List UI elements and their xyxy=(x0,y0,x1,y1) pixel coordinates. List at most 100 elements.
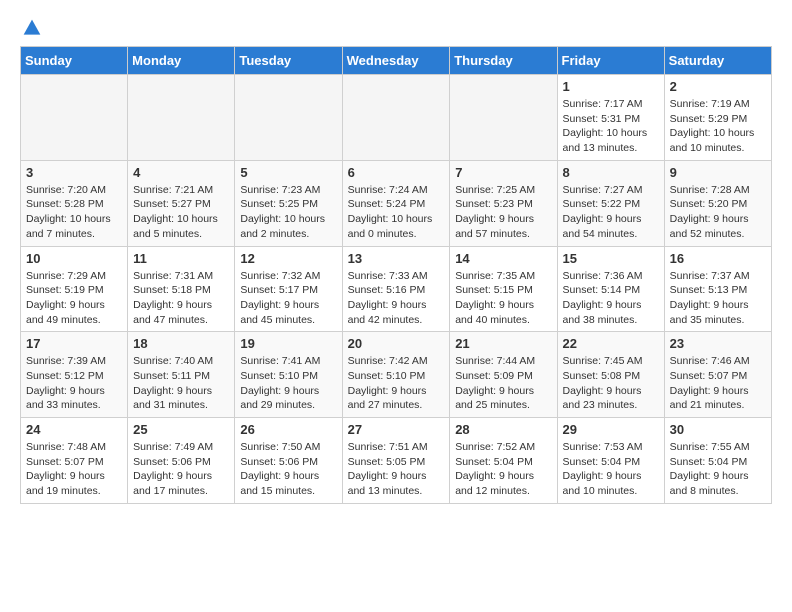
calendar-day: 28 Sunrise: 7:52 AMSunset: 5:04 PMDayligh… xyxy=(450,418,557,504)
day-info: Sunrise: 7:45 AMSunset: 5:08 PMDaylight:… xyxy=(563,354,659,413)
calendar-day xyxy=(342,75,450,161)
day-number: 27 xyxy=(348,422,445,437)
day-number: 11 xyxy=(133,251,229,266)
calendar-week-5: 24Sunrise: 7:48 AMSunset: 5:07 PMDayligh… xyxy=(21,418,772,504)
weekday-header-saturday: Saturday xyxy=(664,47,771,75)
day-info: Sunrise: 7:29 AMSunset: 5:19 PMDaylight:… xyxy=(26,269,122,328)
day-number: 28 xyxy=(455,422,551,437)
day-number: 21 xyxy=(455,336,551,351)
calendar-day: 18Sunrise: 7:40 AMSunset: 5:11 PMDayligh… xyxy=(128,332,235,418)
calendar-day: 2 Sunrise: 7:19 AMSunset: 5:29 PMDaylight… xyxy=(664,75,771,161)
day-info: Sunrise: 7:28 AMSunset: 5:20 PMDaylight:… xyxy=(670,183,766,242)
weekday-header-thursday: Thursday xyxy=(450,47,557,75)
calendar-day: 13Sunrise: 7:33 AMSunset: 5:16 PMDayligh… xyxy=(342,246,450,332)
calendar-day: 11 Sunrise: 7:31 AMSunset: 5:18 PMDayligh… xyxy=(128,246,235,332)
logo-icon xyxy=(22,18,42,38)
day-number: 6 xyxy=(348,165,445,180)
day-number: 4 xyxy=(133,165,229,180)
day-info: Sunrise: 7:35 AMSunset: 5:15 PMDaylight:… xyxy=(455,269,551,328)
day-info: Sunrise: 7:46 AMSunset: 5:07 PMDaylight:… xyxy=(670,354,766,413)
day-number: 23 xyxy=(670,336,766,351)
calendar-day: 6Sunrise: 7:24 AMSunset: 5:24 PMDaylight… xyxy=(342,160,450,246)
calendar-day: 22 Sunrise: 7:45 AMSunset: 5:08 PMDayligh… xyxy=(557,332,664,418)
day-number: 3 xyxy=(26,165,122,180)
calendar-week-4: 17 Sunrise: 7:39 AMSunset: 5:12 PMDayligh… xyxy=(21,332,772,418)
calendar-day: 17 Sunrise: 7:39 AMSunset: 5:12 PMDayligh… xyxy=(21,332,128,418)
day-number: 5 xyxy=(240,165,336,180)
calendar-table: SundayMondayTuesdayWednesdayThursdayFrid… xyxy=(20,46,772,504)
day-number: 18 xyxy=(133,336,229,351)
calendar-day: 16 Sunrise: 7:37 AMSunset: 5:13 PMDayligh… xyxy=(664,246,771,332)
day-info: Sunrise: 7:36 AMSunset: 5:14 PMDaylight:… xyxy=(563,269,659,328)
calendar-week-1: 1 Sunrise: 7:17 AMSunset: 5:31 PMDaylight… xyxy=(21,75,772,161)
calendar-day: 25Sunrise: 7:49 AMSunset: 5:06 PMDayligh… xyxy=(128,418,235,504)
calendar-header-row: SundayMondayTuesdayWednesdayThursdayFrid… xyxy=(21,47,772,75)
day-info: Sunrise: 7:50 AMSunset: 5:06 PMDaylight:… xyxy=(240,440,336,499)
day-number: 10 xyxy=(26,251,122,266)
day-info: Sunrise: 7:19 AMSunset: 5:29 PMDaylight:… xyxy=(670,97,766,156)
day-number: 25 xyxy=(133,422,229,437)
day-number: 16 xyxy=(670,251,766,266)
day-info: Sunrise: 7:53 AMSunset: 5:04 PMDaylight:… xyxy=(563,440,659,499)
day-info: Sunrise: 7:25 AMSunset: 5:23 PMDaylight:… xyxy=(455,183,551,242)
day-number: 9 xyxy=(670,165,766,180)
day-number: 30 xyxy=(670,422,766,437)
day-info: Sunrise: 7:37 AMSunset: 5:13 PMDaylight:… xyxy=(670,269,766,328)
weekday-header-tuesday: Tuesday xyxy=(235,47,342,75)
day-number: 8 xyxy=(563,165,659,180)
weekday-header-monday: Monday xyxy=(128,47,235,75)
calendar-day: 10 Sunrise: 7:29 AMSunset: 5:19 PMDayligh… xyxy=(21,246,128,332)
day-info: Sunrise: 7:48 AMSunset: 5:07 PMDaylight:… xyxy=(26,440,122,499)
calendar-day: 9 Sunrise: 7:28 AMSunset: 5:20 PMDaylight… xyxy=(664,160,771,246)
calendar-day xyxy=(450,75,557,161)
day-info: Sunrise: 7:21 AMSunset: 5:27 PMDaylight:… xyxy=(133,183,229,242)
day-info: Sunrise: 7:41 AMSunset: 5:10 PMDaylight:… xyxy=(240,354,336,413)
calendar-day: 8 Sunrise: 7:27 AMSunset: 5:22 PMDaylight… xyxy=(557,160,664,246)
logo xyxy=(20,20,42,36)
day-number: 22 xyxy=(563,336,659,351)
calendar-day: 21 Sunrise: 7:44 AMSunset: 5:09 PMDayligh… xyxy=(450,332,557,418)
day-info: Sunrise: 7:20 AMSunset: 5:28 PMDaylight:… xyxy=(26,183,122,242)
calendar-day: 15 Sunrise: 7:36 AMSunset: 5:14 PMDayligh… xyxy=(557,246,664,332)
calendar-day: 7 Sunrise: 7:25 AMSunset: 5:23 PMDaylight… xyxy=(450,160,557,246)
calendar-day: 30 Sunrise: 7:55 AMSunset: 5:04 PMDayligh… xyxy=(664,418,771,504)
day-info: Sunrise: 7:39 AMSunset: 5:12 PMDaylight:… xyxy=(26,354,122,413)
day-number: 1 xyxy=(563,79,659,94)
day-info: Sunrise: 7:51 AMSunset: 5:05 PMDaylight:… xyxy=(348,440,445,499)
day-info: Sunrise: 7:23 AMSunset: 5:25 PMDaylight:… xyxy=(240,183,336,242)
day-info: Sunrise: 7:44 AMSunset: 5:09 PMDaylight:… xyxy=(455,354,551,413)
day-info: Sunrise: 7:27 AMSunset: 5:22 PMDaylight:… xyxy=(563,183,659,242)
day-info: Sunrise: 7:55 AMSunset: 5:04 PMDaylight:… xyxy=(670,440,766,499)
day-number: 17 xyxy=(26,336,122,351)
calendar-day: 1 Sunrise: 7:17 AMSunset: 5:31 PMDaylight… xyxy=(557,75,664,161)
day-number: 12 xyxy=(240,251,336,266)
calendar-day: 26Sunrise: 7:50 AMSunset: 5:06 PMDayligh… xyxy=(235,418,342,504)
day-info: Sunrise: 7:17 AMSunset: 5:31 PMDaylight:… xyxy=(563,97,659,156)
day-number: 15 xyxy=(563,251,659,266)
calendar-week-2: 3 Sunrise: 7:20 AMSunset: 5:28 PMDaylight… xyxy=(21,160,772,246)
day-info: Sunrise: 7:32 AMSunset: 5:17 PMDaylight:… xyxy=(240,269,336,328)
day-number: 2 xyxy=(670,79,766,94)
day-info: Sunrise: 7:52 AMSunset: 5:04 PMDaylight:… xyxy=(455,440,551,499)
calendar-day: 12 Sunrise: 7:32 AMSunset: 5:17 PMDayligh… xyxy=(235,246,342,332)
calendar-day: 4 Sunrise: 7:21 AMSunset: 5:27 PMDaylight… xyxy=(128,160,235,246)
calendar-day: 20Sunrise: 7:42 AMSunset: 5:10 PMDayligh… xyxy=(342,332,450,418)
calendar-day xyxy=(21,75,128,161)
weekday-header-friday: Friday xyxy=(557,47,664,75)
calendar-day: 14 Sunrise: 7:35 AMSunset: 5:15 PMDayligh… xyxy=(450,246,557,332)
calendar-day: 29Sunrise: 7:53 AMSunset: 5:04 PMDayligh… xyxy=(557,418,664,504)
calendar-day xyxy=(128,75,235,161)
day-info: Sunrise: 7:31 AMSunset: 5:18 PMDaylight:… xyxy=(133,269,229,328)
calendar-day: 24Sunrise: 7:48 AMSunset: 5:07 PMDayligh… xyxy=(21,418,128,504)
day-number: 19 xyxy=(240,336,336,351)
calendar-day xyxy=(235,75,342,161)
calendar-day: 3 Sunrise: 7:20 AMSunset: 5:28 PMDaylight… xyxy=(21,160,128,246)
calendar-day: 27 Sunrise: 7:51 AMSunset: 5:05 PMDayligh… xyxy=(342,418,450,504)
day-info: Sunrise: 7:33 AMSunset: 5:16 PMDaylight:… xyxy=(348,269,445,328)
page-header xyxy=(20,20,772,36)
day-info: Sunrise: 7:42 AMSunset: 5:10 PMDaylight:… xyxy=(348,354,445,413)
calendar-day: 19 Sunrise: 7:41 AMSunset: 5:10 PMDayligh… xyxy=(235,332,342,418)
weekday-header-sunday: Sunday xyxy=(21,47,128,75)
day-number: 7 xyxy=(455,165,551,180)
day-number: 14 xyxy=(455,251,551,266)
